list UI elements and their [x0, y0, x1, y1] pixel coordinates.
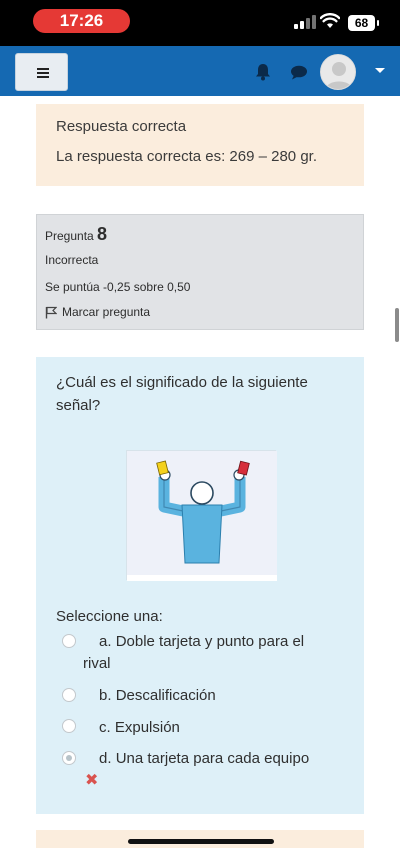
question-number: Pregunta 8	[45, 224, 107, 245]
option-d[interactable]: d. Una tarjeta para cada equipo	[99, 748, 309, 770]
bell-icon[interactable]	[255, 63, 271, 81]
option-d-label: Una tarjeta para cada equipo	[115, 750, 310, 767]
option-b[interactable]: b. Descalificación	[99, 685, 216, 707]
option-b-radio[interactable]	[62, 688, 76, 702]
question-number-value: 8	[97, 224, 108, 244]
correct-answer-text: La respuesta correcta es: 269 – 280 gr.	[56, 148, 317, 165]
option-a-radio[interactable]	[62, 634, 76, 648]
scrollbar-thumb[interactable]	[395, 308, 399, 342]
option-c-label: Expulsión	[114, 719, 180, 736]
option-c-radio[interactable]	[62, 719, 76, 733]
avatar[interactable]	[320, 54, 356, 90]
cellular-signal-icon	[294, 15, 318, 29]
hamburger-menu-button[interactable]	[15, 53, 68, 91]
option-a[interactable]: a. Doble tarjeta y punto para el rival	[83, 631, 333, 675]
option-a-letter-inline: a.	[99, 633, 112, 650]
option-c[interactable]: c. Expulsión	[99, 717, 180, 739]
referee-signal-image	[126, 450, 277, 581]
question-info-panel: Pregunta 8 Incorrecta Se puntúa -0,25 so…	[36, 214, 364, 330]
user-avatar-icon	[326, 62, 352, 89]
option-d-letter: d.	[99, 750, 112, 767]
ios-status-bar: 17:26 68	[0, 0, 400, 46]
option-b-label: Descalificación	[115, 687, 216, 704]
question-card: ¿Cuál es el significado de la siguiente …	[36, 357, 364, 814]
question-score: Se puntúa -0,25 sobre 0,50	[45, 280, 191, 294]
chat-icon[interactable]	[290, 65, 308, 80]
flag-icon	[45, 306, 57, 318]
select-prompt: Seleccione una:	[56, 608, 163, 625]
status-time: 17:26	[33, 9, 130, 33]
question-label: Pregunta	[45, 229, 94, 243]
option-b-letter: b.	[99, 687, 112, 704]
wifi-icon	[320, 13, 340, 28]
incorrect-mark-icon: ✖	[85, 772, 99, 789]
option-d-radio[interactable]	[62, 751, 76, 765]
option-c-letter: c.	[99, 719, 111, 736]
caret-down-icon[interactable]	[375, 68, 385, 73]
home-indicator[interactable]	[128, 839, 274, 844]
option-a-label-inline: Doble tarjeta y punto para el rival	[83, 633, 305, 672]
feedback-box: Respuesta correcta La respuesta correcta…	[36, 104, 364, 186]
question-state: Incorrecta	[45, 253, 99, 267]
flag-question-link[interactable]: Marcar pregunta	[45, 305, 150, 319]
battery-icon: 68	[348, 15, 379, 31]
question-text: ¿Cuál es el significado de la siguiente …	[56, 374, 308, 414]
feedback-title: Respuesta correcta	[56, 118, 187, 135]
app-navbar	[0, 46, 400, 96]
flag-question-label: Marcar pregunta	[62, 305, 151, 319]
